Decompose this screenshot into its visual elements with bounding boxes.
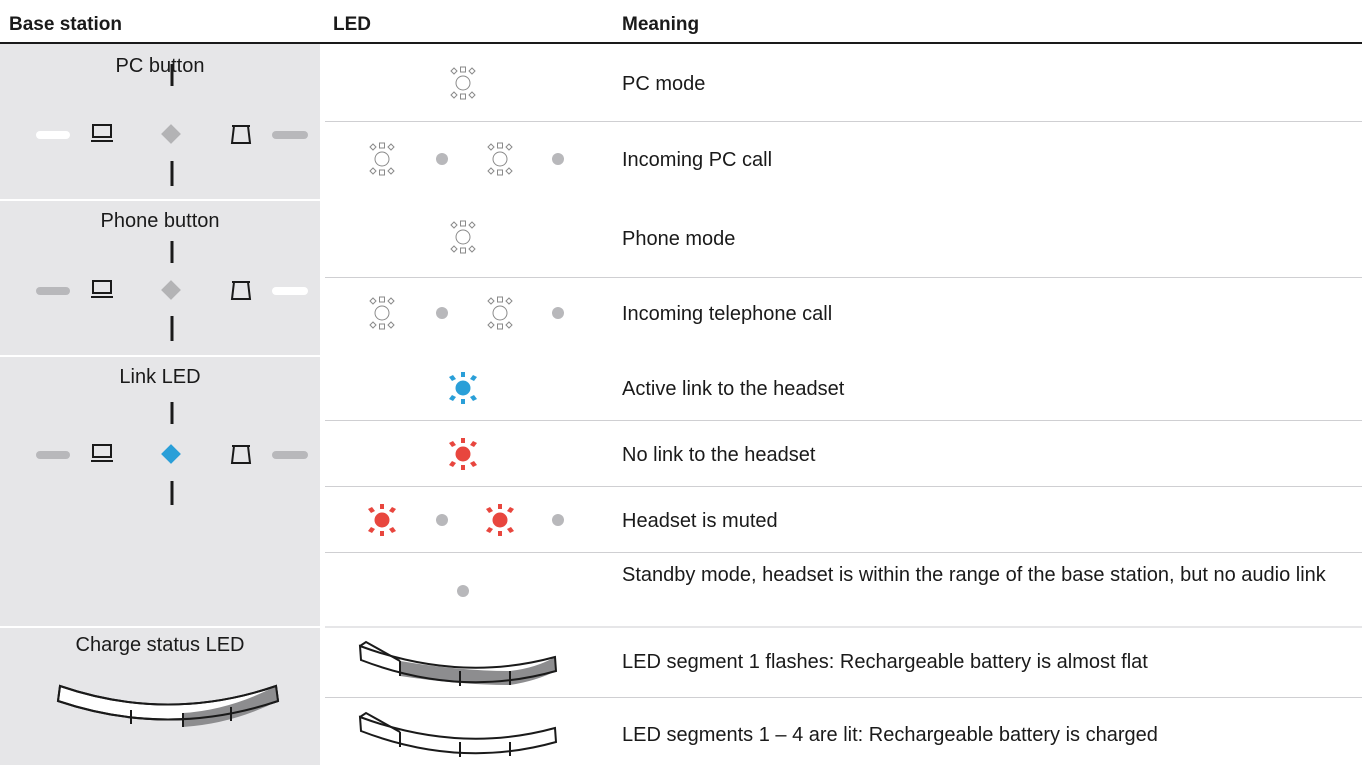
phone-led-off <box>272 451 308 459</box>
led-white-steady-phone <box>450 220 476 254</box>
meaning-text: LED segments 1 – 4 are lit: Rechargeable… <box>622 724 1158 746</box>
laptop-icon <box>90 444 114 462</box>
led-off-dot <box>436 307 448 319</box>
meaning-text: LED segment 1 flashes: Rechargeable batt… <box>622 651 1148 673</box>
led-red-flash-on <box>486 504 514 536</box>
meaning-text: Incoming PC call <box>622 149 773 171</box>
group-divider <box>0 355 1362 357</box>
led-charge-segment-1 <box>358 640 558 686</box>
base-station-diagram-phone <box>36 241 308 341</box>
meaning-text: Headset is muted <box>622 510 778 532</box>
led-white-steady-pc <box>450 66 476 100</box>
meaning-text: Incoming telephone call <box>622 303 833 325</box>
meaning-text: Phone mode <box>622 228 736 250</box>
phone-led-lit <box>272 287 308 295</box>
base-station-diagram-pc <box>36 64 308 186</box>
led-red-steady <box>449 438 477 470</box>
pc-led-off <box>36 451 70 459</box>
phone-icon <box>231 281 251 300</box>
row-divider <box>325 121 1362 122</box>
link-led-blue <box>161 444 181 464</box>
diamond-led <box>161 124 181 144</box>
led-blue-steady <box>449 372 477 404</box>
header-base-station: Base station <box>9 14 122 35</box>
meaning-text: Active link to the headset <box>622 378 845 400</box>
led-red-flash-on <box>368 504 396 536</box>
header-meaning: Meaning <box>622 14 700 35</box>
meaning-text: Standby mode, headset is within the rang… <box>622 564 1326 586</box>
meaning-text: No link to the headset <box>622 444 816 466</box>
meaning-text: PC mode <box>622 73 706 95</box>
header-led: LED <box>333 14 371 35</box>
led-off-dot <box>436 514 448 526</box>
led-off-dot <box>552 153 564 165</box>
phone-led-off <box>272 131 308 139</box>
pc-led-off <box>36 287 70 295</box>
led-standby-dot <box>457 585 469 597</box>
led-charge-segments-all <box>358 711 558 757</box>
base-station-diagram-link <box>36 402 308 505</box>
phone-icon <box>231 125 251 144</box>
led-white-flash-on <box>487 296 513 330</box>
led-off-dot <box>552 307 564 319</box>
led-white-flash-on <box>369 296 395 330</box>
laptop-icon <box>90 124 114 142</box>
base-station-diagram-charge <box>56 684 280 727</box>
row-divider <box>325 277 1362 278</box>
row-divider <box>325 486 1362 487</box>
led-white-flash-on <box>487 142 513 176</box>
group-divider <box>0 199 1362 201</box>
diamond-led <box>161 280 181 300</box>
pc-led-lit <box>36 131 70 139</box>
laptop-icon <box>90 280 114 298</box>
row-divider <box>325 420 1362 421</box>
led-white-flash-on <box>369 142 395 176</box>
row-divider <box>325 552 1362 553</box>
led-off-dot <box>552 514 564 526</box>
phone-icon <box>231 445 251 464</box>
led-off-dot <box>436 153 448 165</box>
